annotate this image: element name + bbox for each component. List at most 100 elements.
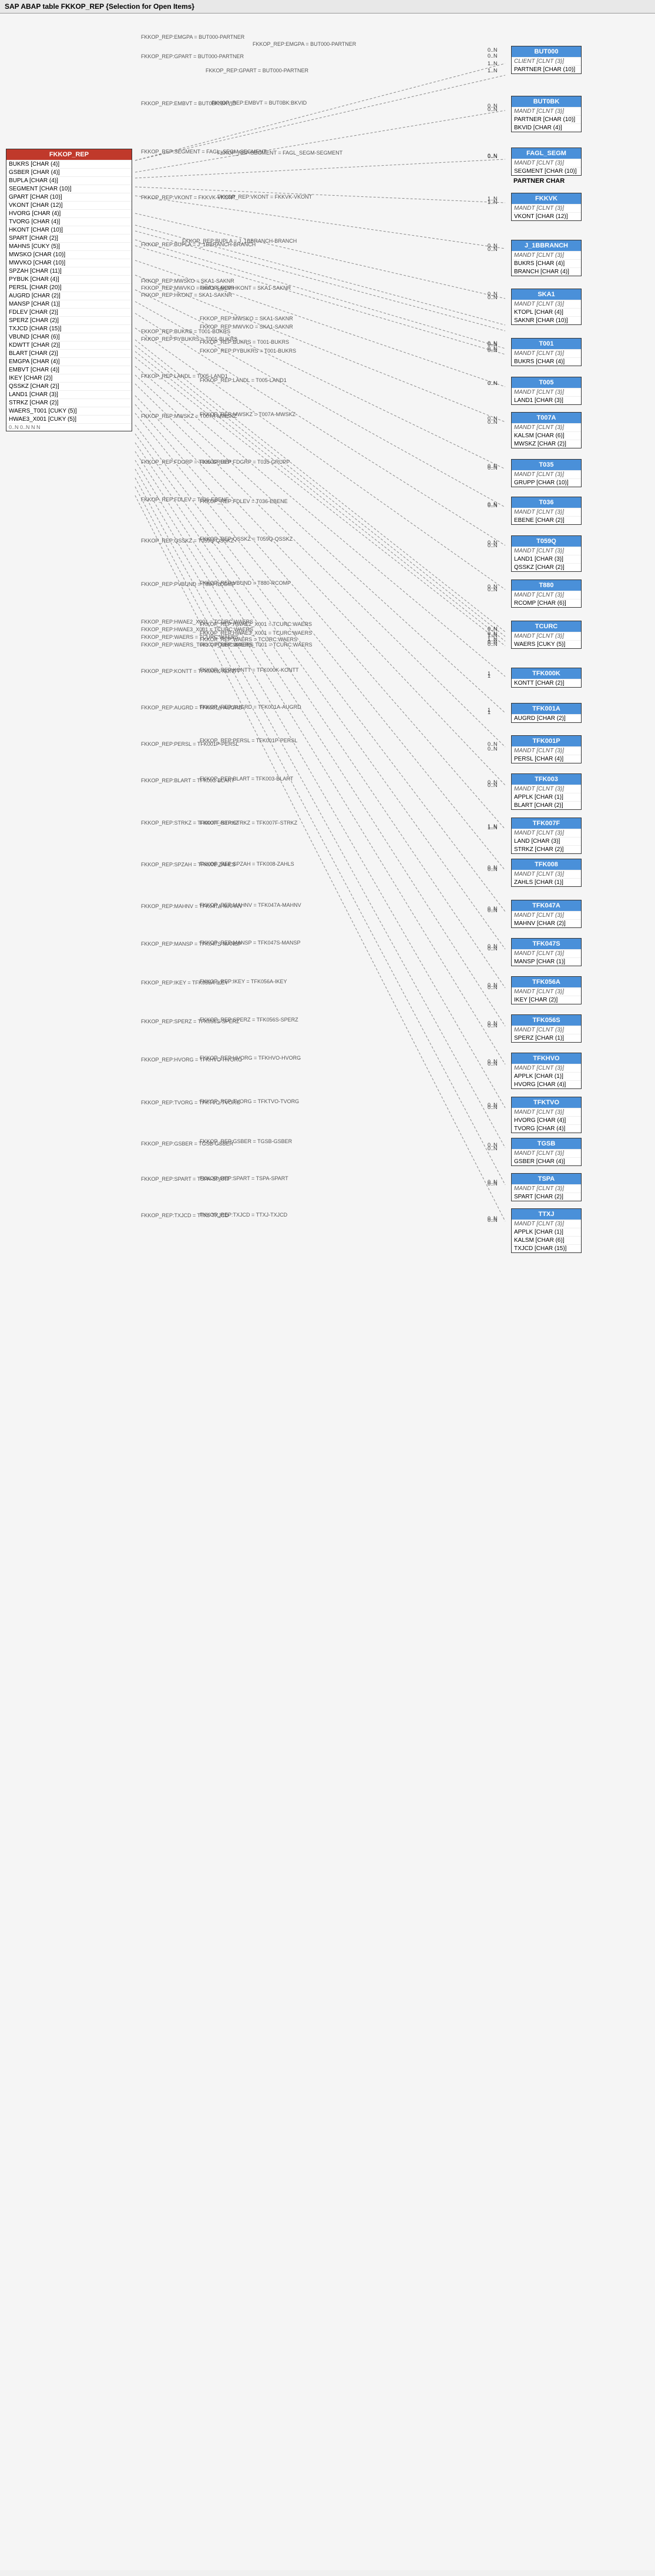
table-j1bbranch: J_1BBRANCH MANDT [CLNT (3)] BUKRS [CHAR … (511, 240, 582, 276)
card-ttxj: 0..N (488, 1217, 498, 1223)
svg-text:FKKOP_REP:EMGPA = BUT000-PARTN: FKKOP_REP:EMGPA = BUT000-PARTNER (253, 41, 357, 47)
field-hkont: HKONT [CHAR (10)] (6, 226, 132, 234)
rel-strkz-tfk007f: FKKOP_REP:STRKZ = TFK007F-STRKZ (141, 820, 239, 826)
fkkvk-mandt: MANDT [CLNT (3)] (512, 204, 581, 212)
card-t035: 0..N (488, 465, 498, 471)
rel-bukrs-t001: FKKOP_REP:BUKRS = T001-BUKRS (141, 329, 230, 334)
table-tfk007f-header: TFK007F (512, 818, 581, 829)
rel-txjcd-ttxj: FKKOP_REP:TXJCD = TTXJ-TXJCD (141, 1212, 229, 1218)
tfk007f-strkz: STRKZ [CHAR (2)] (512, 845, 581, 853)
fkkvk-vkont: VKONT [CHAR (12)] (512, 212, 581, 220)
card-fagl: 0..N (488, 153, 498, 159)
rel-bupla: FKKOP_REP:BUPLA = J_1BBRANCH-BRANCH (141, 242, 256, 247)
card-t059q: 0..N (488, 542, 498, 548)
table-t001: T001 MANDT [CLNT (3)] BUKRS [CHAR (4)] (511, 338, 582, 366)
but000-client: CLIENT [CLNT (3)] (512, 57, 581, 65)
table-t035-header: T035 (512, 460, 581, 470)
tgsb-gsber: GSBER [CHAR (4)] (512, 1157, 581, 1165)
t001-mandt: MANDT [CLNT (3)] (512, 349, 581, 357)
t005-mandt: MANDT [CLNT (3)] (512, 388, 581, 396)
ttxj-txjcd: TXJCD [CHAR (15)] (512, 1244, 581, 1252)
t035-grupp: GRUPP [CHAR (10)] (512, 478, 581, 487)
table-t059q-header: T059Q (512, 536, 581, 547)
field-emgpa: EMGPA [CHAR (4)] (6, 357, 132, 366)
tfk001p-persl: PERSL [CHAR (4)] (512, 755, 581, 763)
card-fkkvk: 1..N (488, 199, 498, 205)
table-t005: T005 MANDT [CLNT (3)] LAND1 [CHAR (3)] (511, 377, 582, 405)
card-tcurc-1: 0..N (488, 626, 498, 632)
field-persl: PERSL [CHAR (20)] (6, 283, 132, 292)
card-j1bbranch: 0..N (488, 246, 498, 252)
main-table-header: FKKOP_REP (6, 149, 132, 160)
table-tfk047s: TFK047S MANDT [CLNT (3)] MANSP [CHAR (1)… (511, 938, 582, 966)
table-tfk000k: TFK000K KONTT [CHAR (2)] (511, 668, 582, 688)
rel-vbund-t880: FKKOP_REP:PVBUND = T880-RCOMP (141, 581, 236, 587)
t007a-mandt: MANDT [CLNT (3)] (512, 423, 581, 431)
tspa-spart: SPART [CHAR (2)] (512, 1192, 581, 1201)
card-tspa: 0..N (488, 1181, 498, 1187)
field-gsber: GSBER [CHAR (4)] (6, 168, 132, 176)
tfk056a-mandt: MANDT [CLNT (3)] (512, 987, 581, 996)
rel-blart-tfk003: FKKOP_REP:BLART = TFK003-BLART (141, 778, 234, 783)
tfkhvo-mandt: MANDT [CLNT (3)] (512, 1064, 581, 1072)
card-tfktvo: 0..N (488, 1104, 498, 1110)
svg-text:FKKOP_REP:PYBUKRS = T001-BUKRS: FKKOP_REP:PYBUKRS = T001-BUKRS (200, 348, 296, 354)
table-but000-header: BUT000 (512, 46, 581, 57)
table-ska1: SKA1 MANDT [CLNT (3)] KTOPL [CHAR (4)] S… (511, 289, 582, 325)
table-j1bbranch-header: J_1BBRANCH (512, 240, 581, 251)
card-tfk001a: 1 (488, 709, 491, 715)
tfk008-mandt: MANDT [CLNT (3)] (512, 870, 581, 878)
field-kdwtt: KDWTT [CHAR (2)] (6, 341, 132, 349)
rel-vkont: FKKOP_REP:VKONT = FKKVK-VKONT (141, 195, 236, 200)
table-t036: T036 MANDT [CLNT (3)] EBENE [CHAR (2)] (511, 497, 582, 525)
t880-rcomp: RCOMP [CHAR (6)] (512, 599, 581, 607)
card-tcurc-2: 1..N (488, 632, 498, 638)
table-but000: BUT000 CLIENT [CLNT (3)] PARTNER [CHAR (… (511, 46, 582, 74)
table-tfk008-header: TFK008 (512, 859, 581, 870)
field-embvt: EMBVT [CHAR (4)] (6, 366, 132, 374)
card-t880: 0..N (488, 587, 498, 592)
table-ttxj-header: TTXJ (512, 1209, 581, 1220)
card-but000-2: 1..N (488, 61, 498, 66)
tfk047a-mandt: MANDT [CLNT (3)] (512, 911, 581, 919)
card-tfk003: 0..N (488, 782, 498, 788)
rel-qsskz-t059q: FKKOP_REP:QSSKZ = T059Q-QSSKZ (141, 538, 234, 544)
card-tfk047s: 0..N (488, 946, 498, 952)
table-t001-header: T001 (512, 339, 581, 349)
t059q-land1: LAND1 [CHAR (3)] (512, 555, 581, 563)
j1bbranch-bukrs: BUKRS [CHAR (4)] (512, 259, 581, 267)
table-fkkvk-header: FKKVK (512, 193, 581, 204)
field-bukrs: BUKRS [CHAR (4)] (6, 160, 132, 168)
rel-sperz-tfk056s: FKKOP_REP:SPERZ = TFK056S-SPERZ (141, 1019, 240, 1024)
rel-hkont: FKKOP_REP:HKONT = SKA1-SAKNR (141, 292, 232, 298)
card-tfk001p: 0..N (488, 746, 498, 752)
ska1-mandt: MANDT [CLNT (3)] (512, 300, 581, 308)
rel-mansp-tfk047s: FKKOP_REP:MANSP = TFK047S-MANSP (141, 941, 241, 947)
card-tfk000k: 1 (488, 673, 491, 679)
table-tspa-header: TSPA (512, 1174, 581, 1184)
card-but0bk: 0..N (488, 106, 498, 112)
rel-fdgrp-t035: FKKOP_REP:FDGRP = T035-GRUPP (141, 459, 231, 465)
rel-gsber-tgsb: FKKOP_REP:GSBER = TGSB-GSBER (141, 1141, 233, 1147)
tcurc-waers: WAERS [CUKY (5)] (512, 640, 581, 648)
t036-ebene: EBENE [CHAR (2)] (512, 516, 581, 524)
tfk056s-sperz: SPERZ [CHAR (1)] (512, 1034, 581, 1042)
field-gpart: GPART [CHAR (10)] (6, 193, 132, 201)
ttxj-mandt: MANDT [CLNT (3)] (512, 1220, 581, 1228)
tfk008-zahls: ZAHLS [CHAR (1)] (512, 878, 581, 886)
table-tfkhvo-header: TFKHVO (512, 1053, 581, 1064)
field-mansp: MANSP [CHAR (1)] (6, 300, 132, 308)
rel-pybukrs-t001: FKKOP_REP:PYBUKRS = T001-BUKRS (141, 336, 237, 342)
table-tgsb: TGSB MANDT [CLNT (3)] GSBER [CHAR (4)] (511, 1138, 582, 1166)
tfkhvo-applk: APPLK [CHAR (1)] (512, 1072, 581, 1080)
fagl-mandt: MANDT [CLNT (3)] (512, 159, 581, 167)
t007a-kalsm: KALSM [CHAR (6)] (512, 431, 581, 440)
tfktvo-tvorg: TVORG [CHAR (4)] (512, 1124, 581, 1133)
t880-mandt: MANDT [CLNT (3)] (512, 591, 581, 599)
table-tfk003-header: TFK003 (512, 774, 581, 785)
field-mwvko: MWVKO [CHAR (10)] (6, 259, 132, 267)
card-t036: 0..N (488, 503, 498, 508)
svg-text:FKKOP_REP:GPART = BUT000-PARTN: FKKOP_REP:GPART = BUT000-PARTNER (206, 68, 308, 73)
field-strkz: STRKZ [CHAR (2)] (6, 398, 132, 407)
rel-waers-tcurc: FKKOP_REP:WAERS = TCURC:WAERS (141, 634, 239, 640)
